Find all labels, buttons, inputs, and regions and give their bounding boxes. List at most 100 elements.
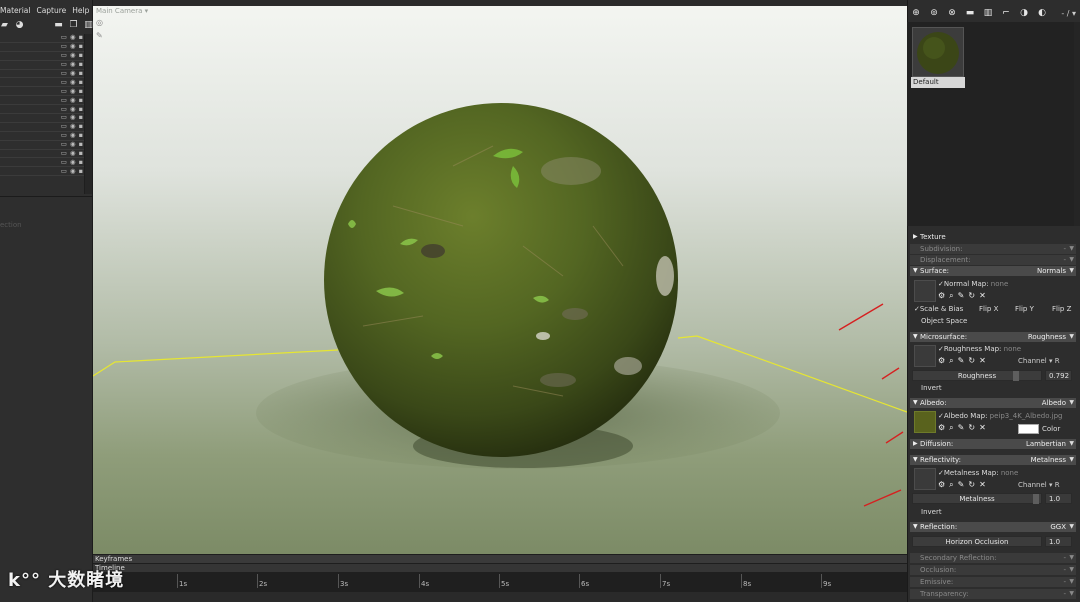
gear-icon[interactable]: ⚙ bbox=[938, 291, 945, 301]
dot-icon[interactable]: ▪ bbox=[79, 132, 83, 139]
trash-icon[interactable]: ▥ bbox=[84, 20, 93, 30]
dropdown-arrow-icon[interactable]: ▼ bbox=[1069, 244, 1074, 254]
metalness-map-slot[interactable] bbox=[914, 468, 936, 490]
settings-icon[interactable]: ◐ bbox=[1037, 8, 1047, 18]
albedo-map-slot[interactable] bbox=[914, 411, 936, 433]
metalness-channel-select[interactable]: Channel ▾ R bbox=[1018, 481, 1060, 489]
grid-icon[interactable]: ⊗ bbox=[947, 8, 957, 18]
dropdown-arrow-icon[interactable]: ▼ bbox=[1069, 255, 1074, 265]
dropdown-arrow-icon[interactable]: ▼ bbox=[1069, 565, 1074, 575]
list-item[interactable]: ▭ ◉ ▪ bbox=[0, 167, 84, 177]
refresh-icon[interactable]: ↻ bbox=[968, 423, 975, 433]
microsurface-section[interactable]: ▼ Microsurface: Roughness ▼ bbox=[910, 332, 1076, 342]
horizon-occlusion-slider[interactable]: Horizon Occlusion bbox=[912, 536, 1042, 547]
dropdown-arrow-icon[interactable]: ▼ bbox=[1069, 439, 1074, 449]
lock-icon[interactable]: ▭ bbox=[61, 105, 67, 113]
dot-icon[interactable]: ▪ bbox=[79, 105, 83, 113]
toolbar-text[interactable]: - / ▾ bbox=[1061, 9, 1076, 18]
albedo-color-swatch[interactable] bbox=[1018, 424, 1039, 434]
lock-icon[interactable]: ▭ bbox=[61, 132, 67, 139]
menu-material[interactable]: Material bbox=[0, 6, 30, 17]
roughness-slider[interactable]: Roughness bbox=[912, 370, 1042, 381]
metalness-slider[interactable]: Metalness bbox=[912, 493, 1042, 504]
lock-icon[interactable]: ▭ bbox=[61, 70, 67, 77]
normal-map-slot[interactable] bbox=[914, 280, 936, 302]
flip-z-checkbox[interactable]: Flip Z bbox=[1052, 305, 1071, 313]
dot-icon[interactable]: ▪ bbox=[79, 96, 83, 104]
dot-icon[interactable]: ▪ bbox=[79, 123, 83, 130]
flip-y-checkbox[interactable]: Flip Y bbox=[1015, 305, 1034, 313]
lock-icon[interactable]: ▭ bbox=[61, 43, 67, 50]
dot-icon[interactable]: ▪ bbox=[79, 87, 83, 95]
close-icon[interactable]: ✕ bbox=[979, 291, 986, 301]
dropdown-arrow-icon[interactable]: ▼ bbox=[1069, 577, 1074, 587]
roughness-value[interactable]: 0.792 bbox=[1045, 370, 1072, 381]
lock-icon[interactable]: ▭ bbox=[61, 141, 67, 148]
list-item[interactable]: ▭ ◉ ▪ bbox=[0, 78, 84, 88]
reflection-section[interactable]: ▼ Reflection: GGX ▼ bbox=[910, 522, 1076, 532]
object-space-checkbox[interactable]: Object Space bbox=[921, 317, 967, 325]
dropdown-arrow-icon[interactable]: ▼ bbox=[1069, 522, 1074, 532]
transparency-section[interactable]: Transparency: - ▼ bbox=[910, 589, 1076, 599]
eye-icon[interactable]: ◉ bbox=[70, 34, 76, 41]
dot-icon[interactable]: ▪ bbox=[79, 34, 83, 41]
material-name[interactable]: Default bbox=[911, 77, 965, 88]
secondary-reflection-section[interactable]: Secondary Reflection: - ▼ bbox=[910, 553, 1076, 563]
duplicate-icon[interactable]: ❐ bbox=[69, 20, 78, 30]
reflectivity-section[interactable]: ▼ Reflectivity: Metalness ▼ bbox=[910, 455, 1076, 465]
eye-icon[interactable]: ◉ bbox=[70, 123, 76, 130]
sphere-icon[interactable]: ◑ bbox=[1019, 8, 1029, 18]
eye-icon[interactable]: ◉ bbox=[70, 167, 76, 175]
dropdown-arrow-icon[interactable]: ▼ bbox=[1069, 589, 1074, 599]
dot-icon[interactable]: ▪ bbox=[79, 114, 83, 121]
albedo-map-title[interactable]: ✓Albedo Map: peip3_4K_Albedo.jpg bbox=[938, 412, 1062, 420]
material-thumbnail[interactable] bbox=[912, 27, 964, 77]
sphere-icon[interactable]: ◕ bbox=[15, 20, 24, 30]
slider-knob[interactable] bbox=[1013, 371, 1019, 381]
refresh-icon[interactable]: ↻ bbox=[968, 356, 975, 366]
roughness-map-title[interactable]: ✓Roughness Map: none bbox=[938, 345, 1021, 353]
horizon-occlusion-value[interactable]: 1.0 bbox=[1045, 536, 1072, 547]
pencil-icon[interactable]: ✎ bbox=[958, 480, 965, 490]
occlusion-section[interactable]: Occlusion: - ▼ bbox=[910, 565, 1076, 575]
lock-icon[interactable]: ▭ bbox=[61, 123, 67, 130]
eye-icon[interactable]: ◉ bbox=[70, 150, 76, 157]
close-icon[interactable]: ✕ bbox=[979, 423, 986, 433]
menu-capture[interactable]: Capture bbox=[36, 6, 66, 17]
lock-icon[interactable]: ▭ bbox=[61, 78, 67, 86]
dot-icon[interactable]: ▪ bbox=[79, 70, 83, 77]
invert-checkbox-2[interactable]: Invert bbox=[921, 508, 942, 516]
dot-icon[interactable]: ▪ bbox=[79, 43, 83, 50]
eye-icon[interactable]: ◉ bbox=[70, 87, 76, 95]
lock-icon[interactable]: ▭ bbox=[61, 52, 67, 59]
scale-bias-checkbox[interactable]: ✓Scale & Bias bbox=[914, 305, 963, 313]
roughness-channel-select[interactable]: Channel ▾ R bbox=[1018, 357, 1060, 365]
lock-icon[interactable]: ▭ bbox=[61, 158, 67, 166]
trash-icon[interactable]: ▥ bbox=[983, 8, 993, 18]
dropdown-arrow-icon[interactable]: ▼ bbox=[1069, 455, 1074, 465]
add-icon[interactable]: ⊕ bbox=[911, 8, 921, 18]
search-icon[interactable]: ⌕ bbox=[949, 423, 953, 433]
flip-x-checkbox[interactable]: Flip X bbox=[979, 305, 998, 313]
lock-icon[interactable]: ▭ bbox=[61, 167, 67, 175]
list-item[interactable]: ▭ ◉ ▪ bbox=[0, 87, 84, 97]
eye-icon[interactable]: ◉ bbox=[70, 52, 76, 59]
close-icon[interactable]: ✕ bbox=[979, 480, 986, 490]
dot-icon[interactable]: ▪ bbox=[79, 52, 83, 59]
paint-icon[interactable]: ▰ bbox=[0, 20, 9, 30]
pencil-icon[interactable]: ✎ bbox=[958, 291, 965, 301]
subdivision-section[interactable]: Subdivision: - ▼ bbox=[910, 244, 1076, 254]
refresh-icon[interactable]: ↻ bbox=[968, 480, 975, 490]
eye-icon[interactable]: ◉ bbox=[70, 105, 76, 113]
refresh-icon[interactable]: ↻ bbox=[968, 291, 975, 301]
emissive-section[interactable]: Emissive: - ▼ bbox=[910, 577, 1076, 587]
dot-icon[interactable]: ▪ bbox=[79, 61, 83, 68]
lock-icon[interactable]: ▭ bbox=[61, 34, 67, 41]
transport-controls[interactable] bbox=[93, 592, 907, 602]
metalness-value[interactable]: 1.0 bbox=[1045, 493, 1072, 504]
metalness-map-title[interactable]: ✓Metalness Map: none bbox=[938, 469, 1018, 477]
lock-icon[interactable]: ▭ bbox=[61, 114, 67, 121]
dot-icon[interactable]: ▪ bbox=[79, 158, 83, 166]
right-scrollbar[interactable] bbox=[1074, 22, 1080, 226]
gear-icon[interactable]: ⚙ bbox=[938, 480, 945, 490]
